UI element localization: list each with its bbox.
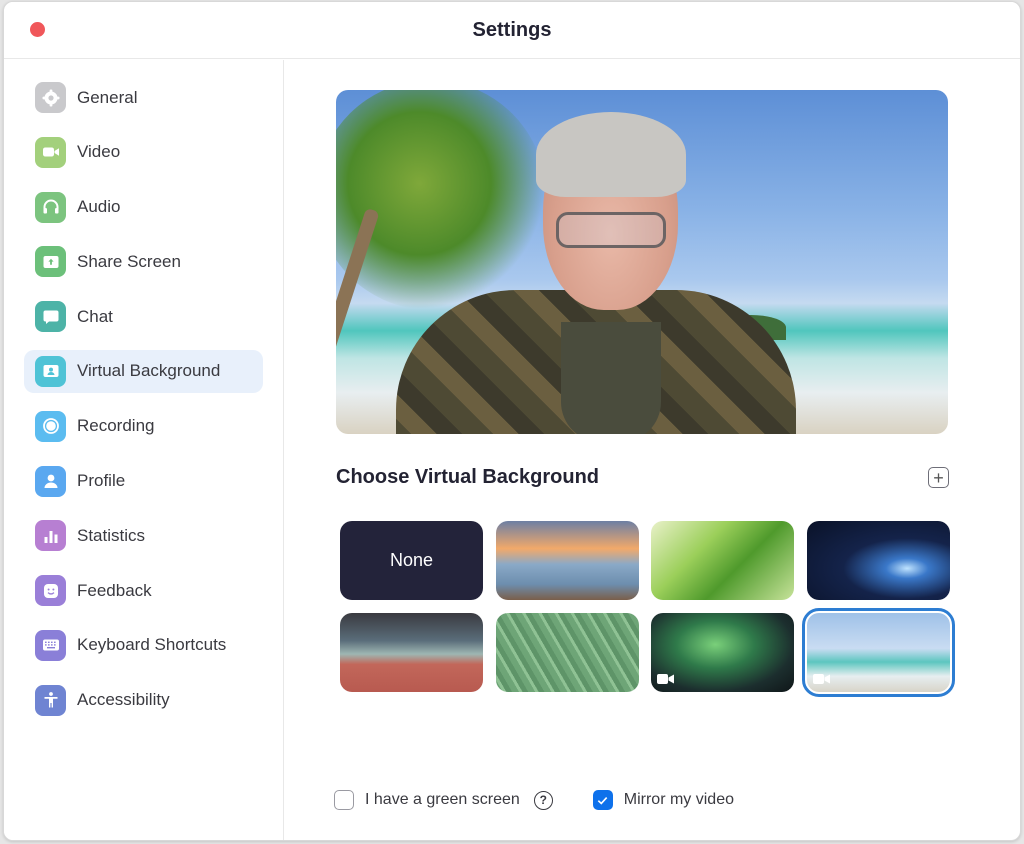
sidebar-item-chat[interactable]: Chat: [24, 295, 263, 338]
keyboard-icon: [35, 629, 66, 661]
preview-person-hair: [536, 112, 686, 197]
options-row: I have a green screen ? Mirror my video: [334, 790, 734, 810]
video-camera-icon: [35, 136, 66, 168]
sidebar-item-audio[interactable]: Audio: [24, 186, 263, 229]
preview-person-shirt: [561, 322, 661, 434]
sidebar-item-statistics[interactable]: Statistics: [24, 514, 263, 557]
background-option-beach-with-palm-tree[interactable]: [801, 607, 955, 697]
bar-chart-icon: [35, 520, 66, 552]
chat-bubble-icon: [35, 301, 66, 333]
sidebar-item-feedback[interactable]: Feedback: [24, 569, 263, 612]
gear-icon: [35, 82, 66, 113]
preview-person-glasses: [556, 212, 666, 248]
mirror-video-label[interactable]: Mirror my video: [624, 791, 734, 809]
accessibility-icon: [35, 684, 66, 716]
title-bar: Settings: [4, 2, 1020, 59]
settings-window: Settings General Video Audio Share Screen Ch…: [3, 1, 1021, 841]
headphones-icon: [35, 191, 66, 223]
video-camera-icon: [812, 672, 831, 684]
background-option-label: None: [389, 550, 434, 570]
sidebar-item-label: General: [77, 87, 138, 107]
plus-icon: +: [933, 467, 944, 488]
window-title: Settings: [472, 19, 552, 41]
background-option-earth-from-space[interactable]: [806, 521, 950, 600]
sidebar-item-profile[interactable]: Profile: [24, 460, 263, 503]
sidebar-item-general[interactable]: General: [24, 76, 263, 119]
person-portrait-icon: [35, 355, 66, 387]
background-option-northern-lights[interactable]: [651, 612, 794, 692]
sidebar-item-share-screen[interactable]: Share Screen: [24, 240, 263, 283]
share-screen-icon: [35, 246, 66, 278]
add-background-button[interactable]: +: [928, 467, 949, 488]
user-icon: [35, 465, 66, 497]
section-title: Choose Virtual Background: [336, 466, 600, 488]
video-preview: [336, 90, 948, 434]
sidebar-item-label: Share Screen: [77, 251, 181, 271]
sidebar-item-label: Virtual Background: [77, 361, 221, 381]
background-option-circuit-board[interactable]: [495, 612, 639, 692]
green-screen-label[interactable]: I have a green screen: [365, 791, 520, 809]
question-mark-icon: ?: [539, 793, 547, 807]
sidebar-item-recording[interactable]: Recording: [24, 405, 263, 448]
preview-palm-leaves: [336, 90, 546, 310]
sidebar-item-label: Audio: [77, 197, 121, 217]
mirror-video-checkbox[interactable]: [592, 790, 613, 810]
sidebar-item-label: Feedback: [77, 580, 152, 600]
checkmark-icon: [598, 796, 608, 805]
sidebar-item-label: Profile: [77, 471, 126, 491]
sidebar-item-label: Recording: [77, 416, 155, 436]
sidebar-item-label: Chat: [77, 306, 113, 326]
sidebar-item-accessibility[interactable]: Accessibility: [24, 679, 263, 722]
background-option-grass[interactable]: [651, 521, 794, 600]
background-option-golden-gate-bridge[interactable]: [495, 521, 639, 600]
sidebar-item-label: Video: [77, 142, 121, 162]
sidebar: General Video Audio Share Screen Chat Virtual…: [4, 60, 284, 840]
sidebar-item-video[interactable]: Video: [24, 131, 263, 174]
smiley-icon: [35, 575, 66, 607]
sidebar-item-label: Keyboard Shortcuts: [77, 635, 227, 655]
sidebar-item-label: Accessibility: [77, 690, 170, 710]
green-screen-checkbox[interactable]: [334, 790, 354, 810]
background-option-none[interactable]: None: [340, 521, 483, 600]
background-option-running-track[interactable]: [340, 612, 483, 692]
sidebar-item-keyboard-shortcuts[interactable]: Keyboard Shortcuts: [24, 624, 263, 667]
virtual-background-panel: Choose Virtual Background + None I have …: [285, 60, 1020, 840]
sidebar-item-label: Statistics: [77, 525, 146, 545]
sidebar-item-virtual-background[interactable]: Virtual Background: [24, 349, 263, 393]
help-icon[interactable]: ?: [533, 790, 553, 810]
video-camera-icon: [657, 672, 675, 684]
record-icon: [35, 410, 66, 442]
